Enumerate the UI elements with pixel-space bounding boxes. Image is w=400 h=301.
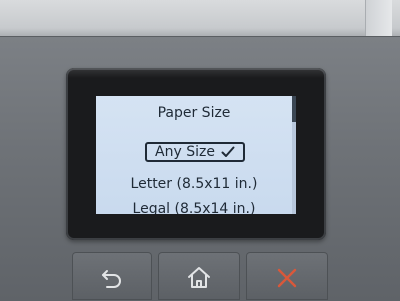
back-button[interactable]	[72, 252, 152, 300]
bezel-highlight	[66, 68, 326, 78]
selected-paper-size-option[interactable]: Any Size	[145, 142, 245, 162]
paper-size-option-letter[interactable]: Letter (8.5x11 in.)	[96, 176, 292, 192]
scrollbar-track[interactable]	[292, 96, 296, 214]
screen-title: Paper Size	[157, 105, 231, 121]
back-arrow-icon	[102, 270, 121, 288]
cancel-button[interactable]	[246, 252, 328, 300]
lcd-display: Paper Size Any Size Letter (8.5x11 in.) …	[96, 96, 296, 214]
selected-option-label: Any Size	[155, 144, 215, 160]
home-button[interactable]	[158, 252, 240, 300]
cancel-x-icon	[277, 268, 297, 288]
home-icon	[188, 267, 210, 288]
checkmark-icon	[221, 145, 235, 159]
printer-housing-top	[0, 0, 400, 40]
scrollbar-thumb[interactable]	[292, 96, 296, 122]
paper-size-option-legal[interactable]: Legal (8.5x14 in.)	[96, 201, 292, 214]
